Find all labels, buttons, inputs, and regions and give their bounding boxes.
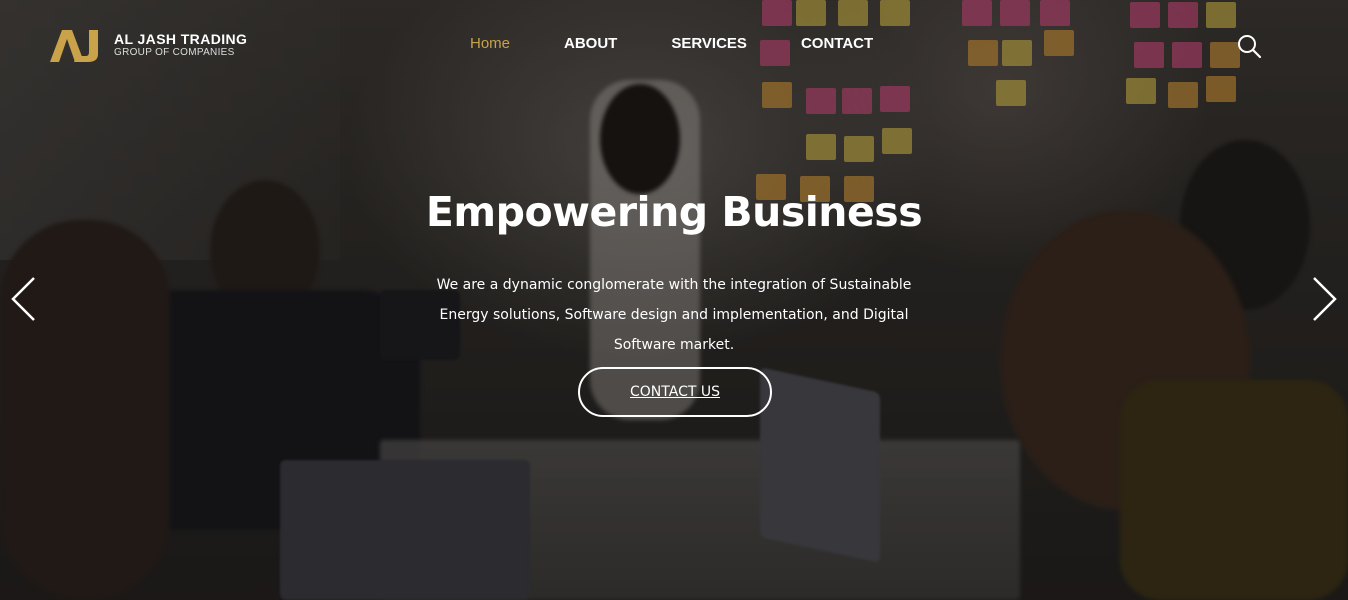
site-header: AL JASH TRADING GROUP OF COMPANIES Home … bbox=[0, 0, 1348, 90]
hero-description: We are a dynamic conglomerate with the i… bbox=[436, 277, 912, 353]
brand-logo[interactable]: AL JASH TRADING GROUP OF COMPANIES bbox=[48, 26, 247, 64]
hero-title: Empowering Business bbox=[425, 188, 923, 236]
contact-us-button[interactable]: CONTACT US bbox=[578, 367, 772, 417]
chevron-right-icon[interactable] bbox=[1310, 275, 1340, 323]
hero-slider: AL JASH TRADING GROUP OF COMPANIES Home … bbox=[0, 0, 1348, 600]
brand-title: AL JASH TRADING bbox=[114, 30, 248, 47]
nav-link-home[interactable]: Home bbox=[470, 35, 510, 52]
main-nav: Home ABOUT SERVICES CONTACT bbox=[470, 35, 927, 52]
search-icon[interactable] bbox=[1236, 33, 1262, 59]
nav-link-contact[interactable]: CONTACT bbox=[801, 35, 873, 52]
brand-subtitle: GROUP OF COMPANIES bbox=[114, 46, 235, 58]
brand-logo-mark bbox=[50, 30, 98, 62]
chevron-left-icon[interactable] bbox=[8, 275, 38, 323]
nav-link-services[interactable]: SERVICES bbox=[671, 35, 747, 52]
nav-link-about[interactable]: ABOUT bbox=[564, 35, 617, 52]
